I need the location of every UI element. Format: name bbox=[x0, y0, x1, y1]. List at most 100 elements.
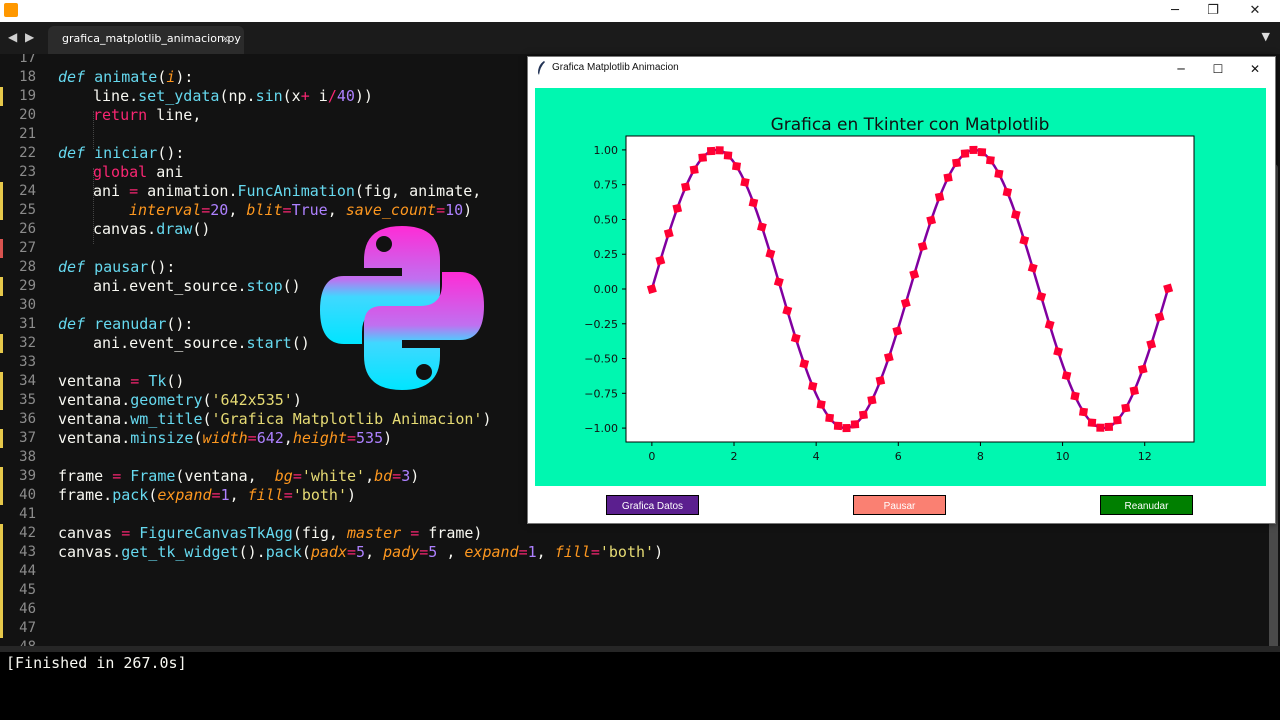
line-number: 46 bbox=[19, 601, 36, 617]
restore-button[interactable]: ❐ bbox=[1198, 2, 1228, 20]
y-tick-label: 1.00 bbox=[594, 144, 619, 157]
reanudar-button[interactable]: Reanudar bbox=[1100, 495, 1193, 515]
build-output-text: [Finished in 267.0s] bbox=[6, 654, 187, 672]
gutter-change-marker bbox=[0, 581, 3, 600]
minimize-button[interactable]: ─ bbox=[1160, 2, 1190, 20]
sine-marker bbox=[698, 153, 708, 162]
code-text: global ani bbox=[93, 163, 184, 181]
code-text: canvas.draw() bbox=[93, 220, 211, 238]
sine-marker bbox=[1104, 422, 1114, 432]
gutter-line: 48 bbox=[0, 638, 1280, 646]
x-tick-label: 4 bbox=[813, 450, 820, 463]
sine-marker bbox=[867, 395, 877, 405]
sine-marker bbox=[1002, 187, 1013, 197]
code-text: def pausar(): bbox=[58, 258, 176, 276]
line-number: 17 bbox=[19, 54, 36, 66]
code-text: ani.event_source.stop() bbox=[93, 277, 301, 295]
grafica-datos-button[interactable]: Grafica Datos bbox=[606, 495, 699, 515]
gutter-line: 47 bbox=[0, 619, 1280, 638]
sine-marker bbox=[985, 155, 995, 165]
y-tick-label: 0.75 bbox=[594, 179, 619, 192]
python-logo-icon bbox=[320, 226, 484, 390]
sine-marker bbox=[1078, 407, 1089, 417]
y-tick-label: 0.00 bbox=[594, 283, 619, 296]
line-number: 33 bbox=[19, 354, 36, 370]
gutter-line: 44 bbox=[0, 562, 1280, 581]
tk-close-button[interactable]: ✕ bbox=[1242, 59, 1268, 79]
sine-marker bbox=[715, 146, 724, 155]
sine-marker bbox=[960, 149, 970, 158]
y-tick-label: 0.50 bbox=[594, 213, 619, 226]
line-number: 38 bbox=[19, 449, 36, 465]
sine-marker bbox=[850, 420, 860, 429]
x-tick-label: 2 bbox=[731, 450, 738, 463]
sine-marker bbox=[1070, 391, 1080, 401]
gutter-line: 45 bbox=[0, 581, 1280, 600]
close-button[interactable]: ✕ bbox=[1240, 2, 1270, 20]
tk-titlebar: Grafica Matplotlib Animacion ─ ☐ ✕ bbox=[528, 57, 1275, 81]
sine-marker bbox=[969, 145, 978, 154]
code-text: interval=20, blit=True, save_count=10) bbox=[129, 201, 473, 219]
tab-close-icon[interactable]: × bbox=[221, 32, 230, 45]
code-text: def reanudar(): bbox=[58, 315, 194, 333]
sine-marker bbox=[1096, 423, 1105, 432]
sine-marker bbox=[943, 172, 953, 183]
code-line: canvas = FigureCanvasTkAgg(fig, master =… bbox=[0, 524, 1280, 543]
x-tick-label: 10 bbox=[1056, 450, 1070, 463]
matplotlib-figure: Grafica en Tkinter con Matplotlib 0 2 4 6 8 10… bbox=[535, 88, 1266, 486]
line-number: 47 bbox=[19, 620, 36, 636]
pausar-button[interactable]: Pausar bbox=[853, 495, 946, 515]
code-text: ventana.geometry('642x535') bbox=[58, 391, 302, 409]
line-number: 44 bbox=[19, 563, 36, 579]
line-number: 41 bbox=[19, 506, 36, 522]
gutter-change-marker bbox=[0, 562, 3, 581]
gutter-change-marker bbox=[0, 619, 3, 638]
code-text: ventana.minsize(width=642,height=535) bbox=[58, 429, 393, 447]
line-number: 48 bbox=[4, 638, 36, 646]
sine-marker bbox=[731, 161, 742, 171]
sine-marker bbox=[723, 151, 733, 160]
y-tick-label: 0.25 bbox=[594, 248, 619, 261]
sine-marker bbox=[934, 192, 945, 202]
code-text: frame.pack(expand=1, fill='both') bbox=[58, 486, 357, 504]
code-text: return line, bbox=[93, 106, 202, 124]
tk-maximize-button[interactable]: ☐ bbox=[1205, 59, 1231, 79]
tab-menu-chevron-icon[interactable]: ▼ bbox=[1262, 30, 1270, 43]
tkinter-window[interactable]: Grafica Matplotlib Animacion ─ ☐ ✕ Grafi… bbox=[527, 56, 1276, 524]
code-text: frame = Frame(ventana, bg='white',bd=3) bbox=[58, 467, 420, 485]
code-text: ani.event_source.start() bbox=[93, 334, 310, 352]
y-tick-label: −0.25 bbox=[584, 318, 618, 331]
sine-marker bbox=[807, 381, 818, 391]
tk-minimize-button[interactable]: ─ bbox=[1168, 59, 1194, 79]
sine-marker bbox=[1112, 415, 1122, 425]
app-titlebar: ─ ❐ ✕ bbox=[0, 0, 1280, 22]
x-tick-label: 12 bbox=[1138, 450, 1152, 463]
x-tick-label: 6 bbox=[895, 450, 902, 463]
sine-marker bbox=[706, 146, 716, 156]
sine-marker bbox=[740, 177, 750, 187]
tab-grafica-matplotlib-animacion[interactable]: grafica_matplotlib_animacion.py × bbox=[48, 26, 244, 54]
tab-label: grafica_matplotlib_animacion.py bbox=[62, 32, 241, 45]
sine-marker bbox=[689, 165, 699, 175]
sublime-app-icon bbox=[4, 3, 18, 17]
gutter-line: 46 bbox=[0, 600, 1280, 619]
y-tick-label: −0.75 bbox=[584, 387, 618, 400]
sine-marker bbox=[1087, 418, 1097, 427]
code-line: canvas.get_tk_widget().pack(padx=5, pady… bbox=[0, 543, 1280, 562]
sine-marker bbox=[952, 158, 962, 168]
tab-nav-arrows-icon[interactable]: ◀ ▶ bbox=[8, 30, 36, 44]
sine-marker bbox=[994, 169, 1004, 179]
line-number: 30 bbox=[19, 297, 36, 313]
code-text: canvas = FigureCanvasTkAgg(fig, master =… bbox=[58, 524, 483, 542]
tk-feather-icon bbox=[538, 61, 545, 75]
sine-marker bbox=[875, 375, 886, 386]
line-number: 45 bbox=[19, 582, 36, 598]
y-tick-label: −0.50 bbox=[584, 353, 618, 366]
line-number: 21 bbox=[19, 126, 36, 142]
sine-marker bbox=[1129, 386, 1139, 396]
line-number: 27 bbox=[19, 240, 36, 256]
gutter-change-marker bbox=[0, 239, 3, 258]
sine-marker bbox=[681, 182, 691, 192]
code-text: ventana.wm_title('Grafica Matplotlib Ani… bbox=[58, 410, 492, 428]
code-text: ani = animation.FuncAnimation(fig, anima… bbox=[93, 182, 482, 200]
